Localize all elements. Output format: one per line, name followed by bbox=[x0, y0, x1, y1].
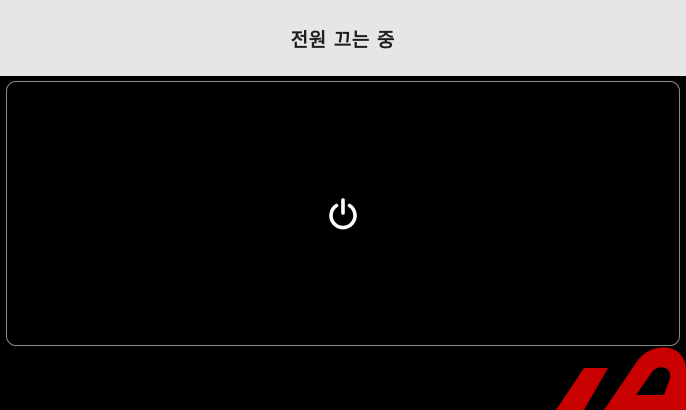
watermark-logo bbox=[556, 347, 686, 410]
shutdown-screen: 전원 끄는 중 bbox=[0, 0, 686, 410]
title-bar: 전원 끄는 중 bbox=[0, 0, 686, 76]
power-icon bbox=[329, 197, 357, 229]
shutdown-panel bbox=[6, 81, 680, 346]
page-title: 전원 끄는 중 bbox=[290, 28, 396, 51]
